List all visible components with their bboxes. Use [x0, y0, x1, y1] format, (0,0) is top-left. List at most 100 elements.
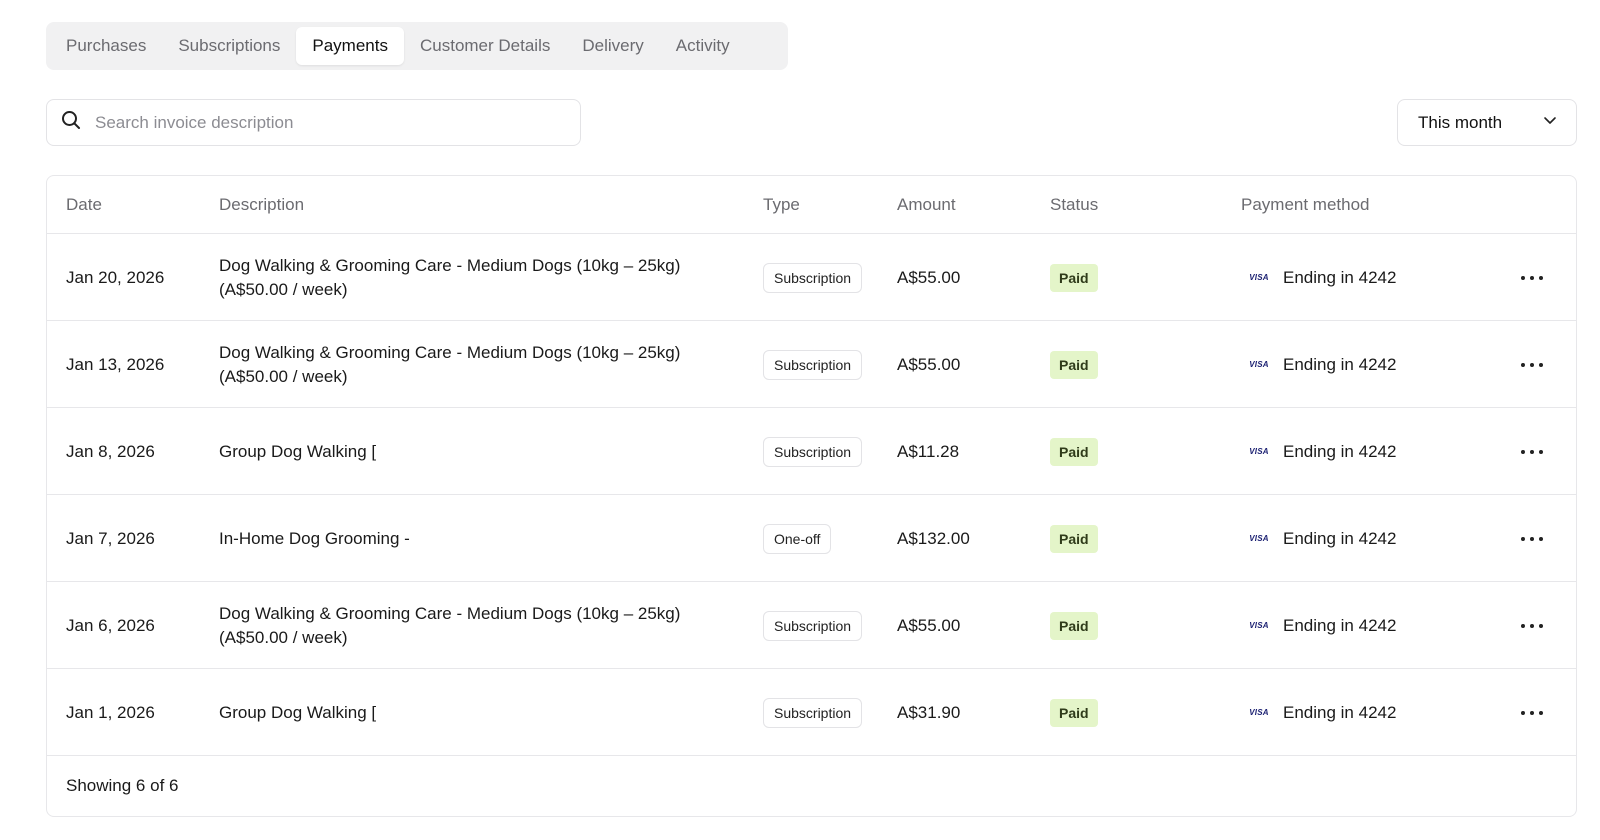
status-badge: Paid: [1050, 524, 1098, 553]
row-type: Subscription: [763, 669, 863, 756]
row-payment-method: VISA Ending in 4242: [1241, 582, 1396, 669]
table-row[interactable]: Jan 8, 2026 Group Dog Walking [ Subscrip…: [47, 408, 1576, 495]
row-type: One-off: [763, 495, 832, 582]
row-description-line1: Group Dog Walking [: [219, 441, 377, 461]
payment-method-label: Ending in 4242: [1283, 615, 1397, 635]
row-more-actions-button[interactable]: [1512, 321, 1552, 408]
type-badge: Subscription: [763, 436, 863, 467]
row-more-actions-button[interactable]: [1512, 582, 1552, 669]
more-horizontal-icon: [1521, 623, 1543, 628]
table-header: Date Description Type Amount Status Paym…: [47, 176, 1576, 234]
more-horizontal-icon: [1521, 449, 1543, 454]
row-date: Jan 7, 2026: [66, 528, 155, 548]
row-amount: A$11.28: [897, 441, 960, 461]
status-badge: Paid: [1050, 698, 1098, 727]
payment-method-label: Ending in 4242: [1283, 267, 1397, 287]
tab-activity[interactable]: Activity: [660, 27, 746, 65]
row-type: Subscription: [763, 408, 863, 495]
column-header-amount[interactable]: Amount: [897, 195, 956, 215]
column-header-type[interactable]: Type: [763, 195, 800, 215]
row-status: Paid: [1050, 495, 1098, 582]
row-date: Jan 8, 2026: [66, 441, 155, 461]
visa-card-icon: VISA: [1249, 273, 1269, 282]
visa-card-icon: VISA: [1249, 708, 1269, 717]
row-description-line1: Dog Walking & Grooming Care - Medium Dog…: [219, 342, 681, 362]
column-header-date[interactable]: Date: [66, 195, 102, 215]
row-description: Dog Walking & Grooming Care - Medium Dog…: [219, 234, 739, 321]
type-badge: Subscription: [763, 697, 863, 728]
type-badge: Subscription: [763, 349, 863, 380]
row-more-actions-button[interactable]: [1512, 408, 1552, 495]
tab-bar: Purchases Subscriptions Payments Custome…: [46, 22, 788, 70]
tab-delivery[interactable]: Delivery: [566, 27, 659, 65]
column-header-description[interactable]: Description: [219, 195, 304, 215]
visa-card-icon: VISA: [1249, 447, 1269, 456]
row-amount: A$55.00: [897, 267, 961, 287]
row-type: Subscription: [763, 234, 863, 321]
table-row[interactable]: Jan 6, 2026 Dog Walking & Grooming Care …: [47, 582, 1576, 669]
table-row[interactable]: Jan 1, 2026 Group Dog Walking [ Subscrip…: [47, 669, 1576, 756]
row-description: Dog Walking & Grooming Care - Medium Dog…: [219, 321, 739, 408]
row-date: Jan 20, 2026: [66, 267, 165, 287]
tab-purchases[interactable]: Purchases: [50, 27, 162, 65]
more-horizontal-icon: [1521, 710, 1543, 715]
row-date: Jan 6, 2026: [66, 615, 155, 635]
period-select[interactable]: This month: [1397, 99, 1577, 146]
row-type: Subscription: [763, 321, 863, 408]
table-footer: Showing 6 of 6: [47, 756, 1576, 816]
row-description: Dog Walking & Grooming Care - Medium Dog…: [219, 582, 739, 669]
payment-method-label: Ending in 4242: [1283, 354, 1397, 374]
row-payment-method: VISA Ending in 4242: [1241, 234, 1396, 321]
row-description-line2: (A$50.00 / week): [219, 279, 348, 299]
row-description-line1: Dog Walking & Grooming Care - Medium Dog…: [219, 255, 681, 275]
search-box[interactable]: [46, 99, 581, 146]
table-row[interactable]: Jan 20, 2026 Dog Walking & Grooming Care…: [47, 234, 1576, 321]
payment-method-label: Ending in 4242: [1283, 528, 1397, 548]
status-badge: Paid: [1050, 263, 1098, 292]
row-description: Group Dog Walking [: [219, 669, 739, 756]
row-more-actions-button[interactable]: [1512, 495, 1552, 582]
period-select-value: This month: [1418, 112, 1503, 132]
column-header-status[interactable]: Status: [1050, 195, 1098, 215]
row-payment-method: VISA Ending in 4242: [1241, 408, 1396, 495]
visa-card-icon: VISA: [1249, 621, 1269, 630]
type-badge: Subscription: [763, 610, 863, 641]
row-amount: A$132.00: [897, 528, 970, 548]
row-amount: A$55.00: [897, 615, 961, 635]
row-status: Paid: [1050, 234, 1098, 321]
visa-card-icon: VISA: [1249, 534, 1269, 543]
more-horizontal-icon: [1521, 362, 1543, 367]
row-payment-method: VISA Ending in 4242: [1241, 321, 1396, 408]
payment-method-label: Ending in 4242: [1283, 702, 1397, 722]
row-description-line1: In-Home Dog Grooming -: [219, 528, 410, 548]
chevron-down-icon: [1542, 112, 1558, 133]
payments-table: Date Description Type Amount Status Paym…: [46, 175, 1577, 817]
type-badge: One-off: [763, 523, 832, 554]
row-amount: A$31.90: [897, 702, 961, 722]
row-status: Paid: [1050, 582, 1098, 669]
row-more-actions-button[interactable]: [1512, 669, 1552, 756]
visa-card-icon: VISA: [1249, 360, 1269, 369]
row-status: Paid: [1050, 669, 1098, 756]
status-badge: Paid: [1050, 350, 1098, 379]
status-badge: Paid: [1050, 437, 1098, 466]
row-status: Paid: [1050, 321, 1098, 408]
status-badge: Paid: [1050, 611, 1098, 640]
pagination-summary: Showing 6 of 6: [66, 776, 179, 795]
type-badge: Subscription: [763, 262, 863, 293]
payment-method-label: Ending in 4242: [1283, 441, 1397, 461]
row-more-actions-button[interactable]: [1512, 234, 1552, 321]
more-horizontal-icon: [1521, 275, 1543, 280]
tab-payments[interactable]: Payments: [296, 27, 404, 65]
row-description: In-Home Dog Grooming -: [219, 495, 739, 582]
row-date: Jan 1, 2026: [66, 702, 155, 722]
search-input[interactable]: [95, 112, 575, 133]
row-payment-method: VISA Ending in 4242: [1241, 495, 1396, 582]
column-header-payment-method[interactable]: Payment method: [1241, 195, 1370, 215]
more-horizontal-icon: [1521, 536, 1543, 541]
tab-subscriptions[interactable]: Subscriptions: [162, 27, 296, 65]
row-status: Paid: [1050, 408, 1098, 495]
table-row[interactable]: Jan 13, 2026 Dog Walking & Grooming Care…: [47, 321, 1576, 408]
tab-customer-details[interactable]: Customer Details: [404, 27, 566, 65]
table-row[interactable]: Jan 7, 2026 In-Home Dog Grooming - One-o…: [47, 495, 1576, 582]
